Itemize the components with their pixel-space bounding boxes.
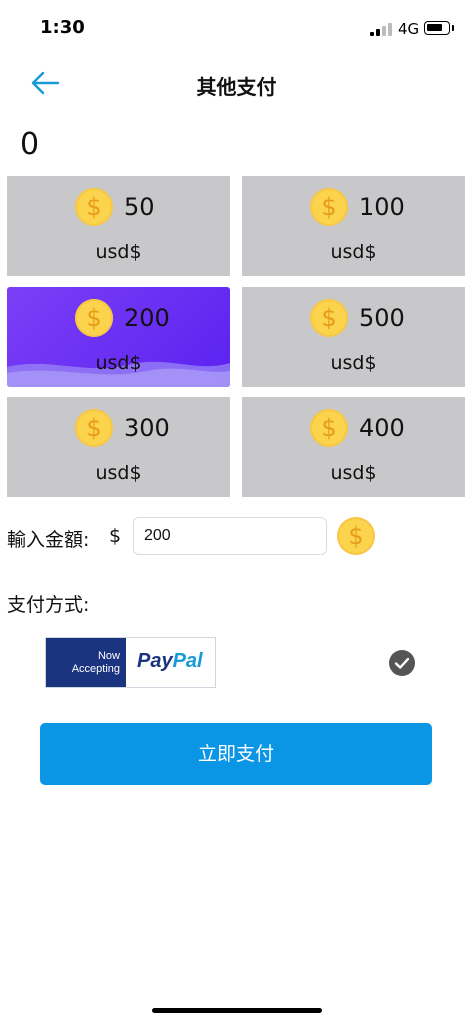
option-unit: usd$: [95, 352, 142, 374]
amount-option-500[interactable]: $500 usd$: [242, 287, 465, 387]
amount-option-200[interactable]: $200 usd$: [7, 287, 230, 387]
paypal-now-text: Now: [97, 650, 120, 662]
page-title: 其他支付: [196, 75, 277, 99]
network-label: 4G: [398, 20, 420, 38]
coin-icon: $: [310, 188, 348, 226]
battery-icon: [424, 21, 450, 35]
selected-check-icon[interactable]: [389, 650, 415, 676]
checkmark-icon: [394, 657, 410, 669]
currency-symbol: $: [109, 525, 122, 547]
amount-option-100[interactable]: $100 usd$: [242, 176, 465, 276]
amount-option-400[interactable]: $400 usd$: [242, 397, 465, 497]
balance-value: 0: [20, 127, 40, 162]
amount-option-300[interactable]: $300 usd$: [7, 397, 230, 497]
option-unit: usd$: [330, 352, 377, 374]
option-amount: 100: [359, 193, 405, 221]
option-unit: usd$: [330, 241, 377, 263]
coin-icon: $: [75, 299, 113, 337]
paypal-logo: PayPal: [137, 650, 203, 673]
coin-icon: $: [75, 188, 113, 226]
payment-method-label: 支付方式:: [7, 594, 90, 616]
option-unit: usd$: [330, 462, 377, 484]
paypal-accepting-text: Accepting: [71, 663, 120, 675]
paypal-logo-pay: Pay: [137, 650, 173, 672]
option-amount: 50: [124, 193, 155, 221]
amount-option-50[interactable]: $50 usd$: [7, 176, 230, 276]
paypal-badge-left: Now Accepting: [46, 638, 126, 687]
pay-now-button[interactable]: 立即支付: [40, 723, 432, 785]
battery-cap: [452, 25, 454, 31]
option-amount: 200: [124, 304, 170, 332]
status-time: 1:30: [40, 17, 85, 38]
option-amount: 400: [359, 414, 405, 442]
option-unit: usd$: [95, 241, 142, 263]
coin-icon: $: [310, 299, 348, 337]
option-amount: 300: [124, 414, 170, 442]
amount-input[interactable]: [133, 517, 327, 555]
paypal-logo-pal: Pal: [172, 650, 203, 672]
amount-label: 輸入金額:: [7, 529, 90, 551]
home-indicator: [152, 1008, 322, 1013]
signal-icon: [370, 22, 392, 36]
option-unit: usd$: [95, 462, 142, 484]
option-amount: 500: [359, 304, 405, 332]
paypal-option[interactable]: Now Accepting PayPal: [45, 637, 216, 688]
coin-icon: $: [75, 409, 113, 447]
coin-icon: $: [337, 517, 375, 555]
coin-icon: $: [310, 409, 348, 447]
